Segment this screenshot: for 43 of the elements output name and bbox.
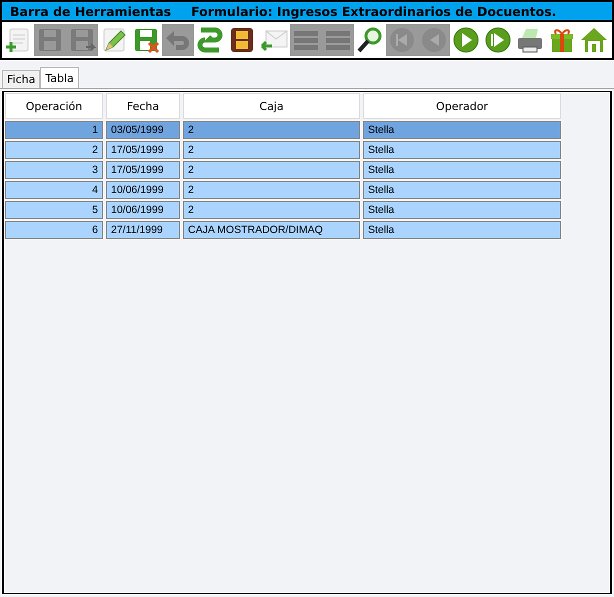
play-icon: [452, 26, 480, 54]
table-cell: Stella: [363, 141, 561, 159]
table-cell: 4: [5, 181, 103, 199]
table-cell: 5: [5, 201, 103, 219]
table-cell: 2: [5, 141, 103, 159]
film-icon: [228, 26, 256, 54]
tab[interactable]: Tabla: [40, 67, 79, 88]
tab[interactable]: Ficha: [2, 70, 40, 88]
gift-icon: [548, 26, 576, 54]
table-cell: Stella: [363, 201, 561, 219]
table-cell: Stella: [363, 121, 561, 139]
table-cell: 3: [5, 161, 103, 179]
printer-icon: [516, 26, 544, 54]
floppy-cross-icon: [132, 26, 160, 54]
table-cell: 03/05/1999: [106, 121, 180, 139]
table-cell: 6: [5, 221, 103, 239]
column-header[interactable]: Fecha: [106, 93, 180, 119]
back-icon: [420, 26, 448, 54]
table-cell: 27/11/1999: [106, 221, 180, 239]
form-title: Formulario: Ingresos Extraordinarios de Docuentos.: [191, 4, 556, 18]
column-header[interactable]: Caja: [183, 93, 360, 119]
table-cell: 10/06/1999: [106, 201, 180, 219]
table-cell: 10/06/1999: [106, 181, 180, 199]
table-cell: Stella: [363, 181, 561, 199]
table-cell: 2: [183, 181, 360, 199]
table-cell: 2: [183, 161, 360, 179]
column-header[interactable]: Operador: [363, 93, 561, 119]
home-icon: [580, 26, 608, 54]
table-cell: Stella: [363, 161, 561, 179]
title-text: Barra de Herramientas: [10, 4, 172, 18]
refresh-icon: [196, 26, 224, 54]
table-cell: 2: [183, 121, 360, 139]
skip-back-icon: [388, 26, 416, 54]
table-cell: 17/05/1999: [106, 161, 180, 179]
table-cell: 1: [5, 121, 103, 139]
table-cell: 2: [183, 201, 360, 219]
table-cell: 17/05/1999: [106, 141, 180, 159]
table-cell: Stella: [363, 221, 561, 239]
search-icon: [356, 26, 384, 54]
table-cell: 2: [183, 141, 360, 159]
table-cell: CAJA MOSTRADOR/DIMAQ: [183, 221, 360, 239]
skip-forward-icon: [484, 26, 512, 54]
column-header[interactable]: Operación: [5, 93, 103, 119]
